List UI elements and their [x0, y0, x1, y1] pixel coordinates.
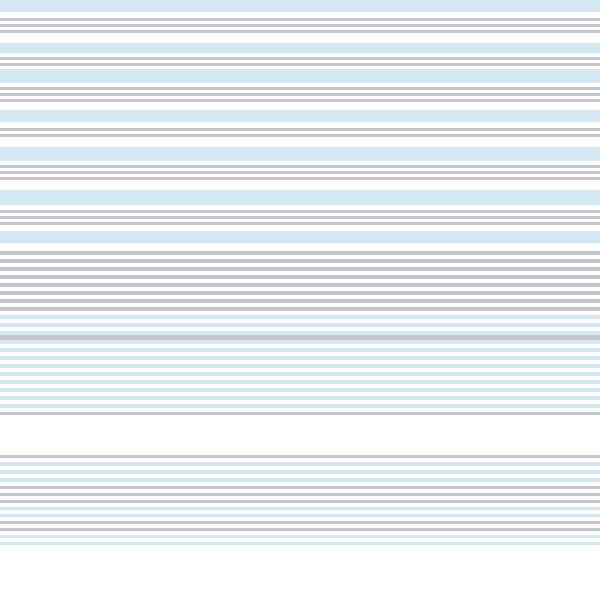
stripe	[0, 0, 600, 12]
striped-pattern-image	[0, 0, 600, 600]
stripe	[0, 33, 600, 43]
stripe	[0, 43, 600, 53]
stripe	[0, 190, 600, 205]
stripe	[0, 110, 600, 122]
stripe	[0, 102, 600, 110]
stripe	[0, 147, 600, 161]
stripe	[0, 69, 600, 83]
stripe	[0, 243, 600, 251]
stripe	[0, 231, 600, 243]
stripe	[0, 137, 600, 147]
stripe	[0, 542, 600, 545]
stripe	[0, 415, 600, 455]
stripe	[0, 180, 600, 190]
